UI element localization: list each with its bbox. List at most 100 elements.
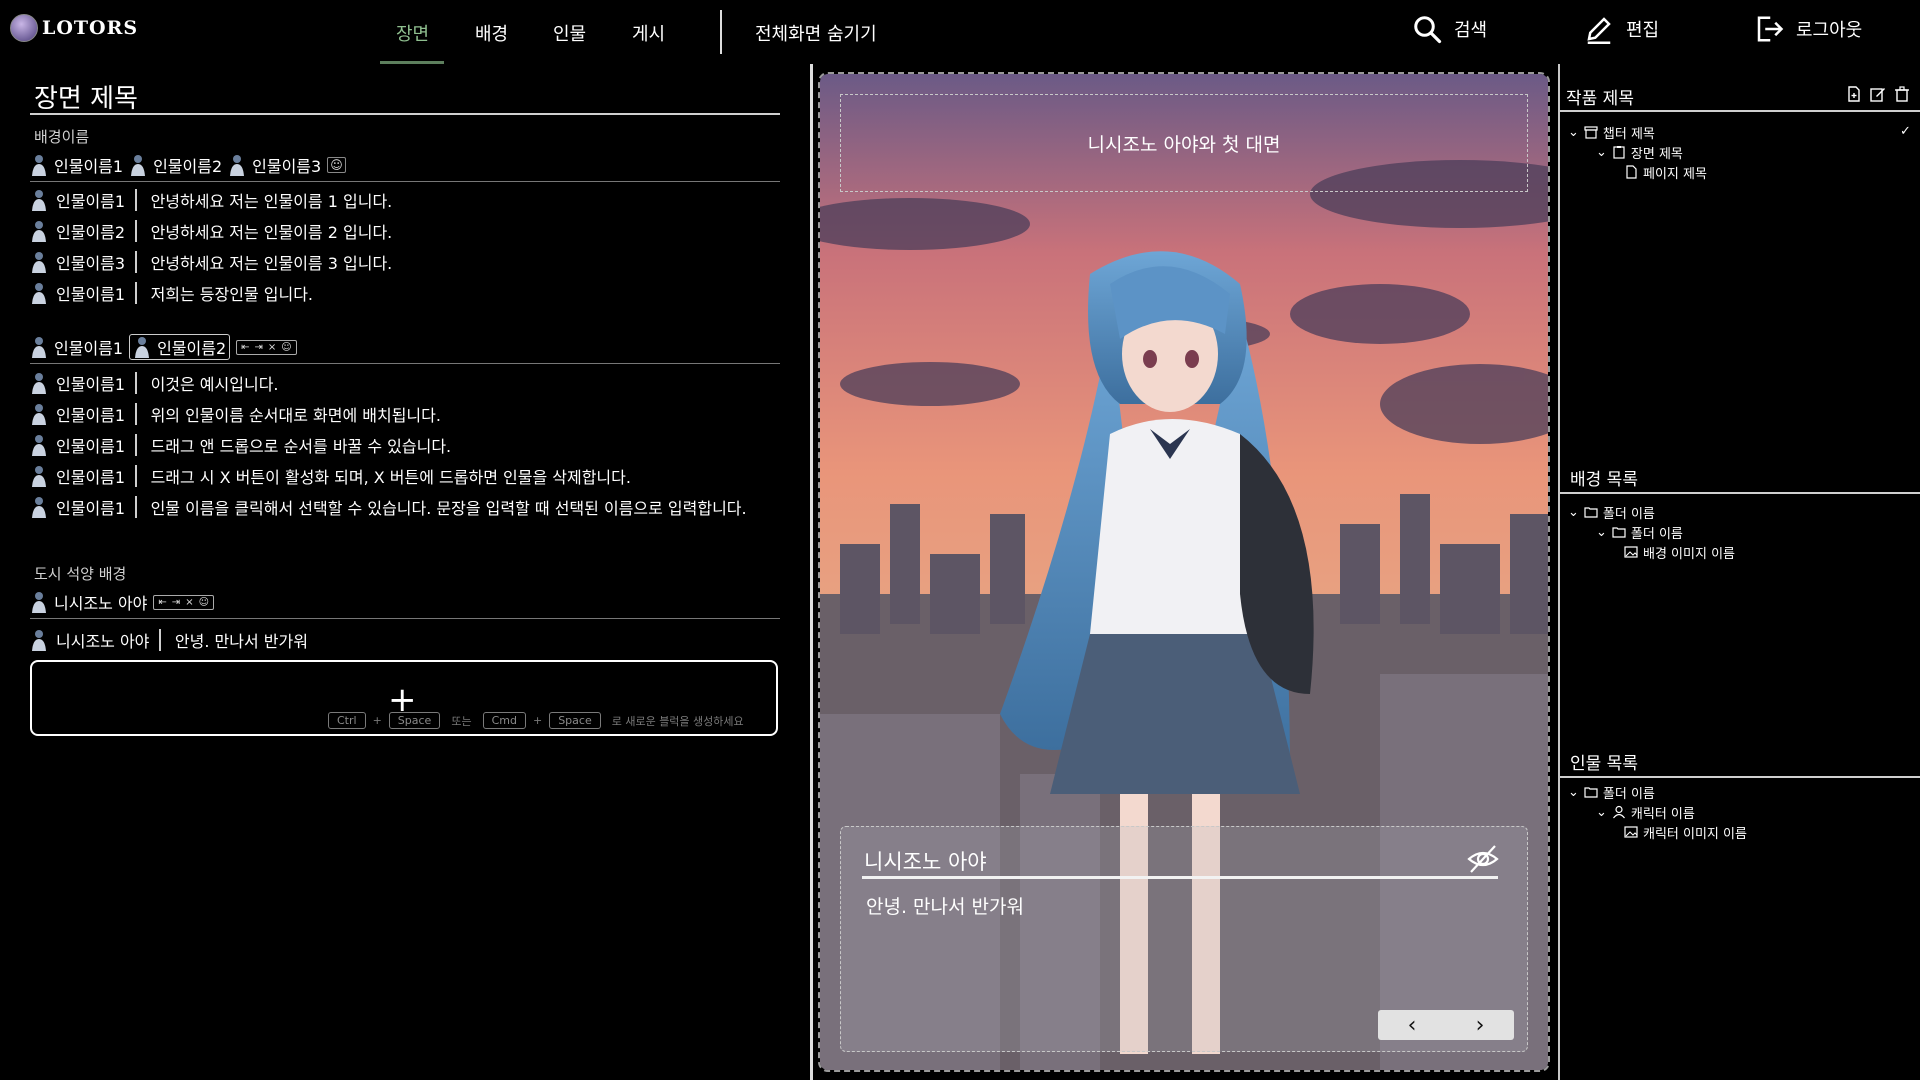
line-text[interactable]: 안녕하세요 저는 인물이름 2 입니다. xyxy=(151,219,393,243)
fullscreen-toggle[interactable]: 전체화면 숨기기 xyxy=(755,20,877,46)
logo-text: LOTORS xyxy=(42,17,139,39)
editor-preview-divider[interactable] xyxy=(810,64,813,1080)
line-separator xyxy=(159,629,161,651)
edit-icon[interactable] xyxy=(1870,86,1886,102)
trash-icon[interactable] xyxy=(1894,86,1910,102)
remove-icon[interactable]: × xyxy=(268,342,276,353)
line-speaker[interactable]: 인물이름1 xyxy=(56,495,125,519)
tree-folder[interactable]: ⌄ 폴더 이름 xyxy=(1568,502,1735,522)
character-avatar-icon xyxy=(135,337,150,358)
add-block-hint: Ctrl + Space 또는 Cmd + Space 로 새로운 블럭을 생성… xyxy=(328,712,744,729)
search-button[interactable]: 검색 xyxy=(1412,14,1487,44)
line-speaker[interactable]: 니시조노 아야 xyxy=(56,628,149,652)
character-avatar-icon xyxy=(32,630,46,651)
logout-button[interactable]: 로그아웃 xyxy=(1754,14,1862,44)
character-chip-name: 인물이름2 xyxy=(157,339,227,358)
remove-icon[interactable]: × xyxy=(185,597,193,608)
line-text[interactable]: 드래그 앤 드롭으로 순서를 바꿀 수 있습니다. xyxy=(151,433,452,457)
scene-title[interactable]: 장면 제목 xyxy=(34,78,138,115)
folder-icon xyxy=(1612,527,1626,538)
tree-character-image[interactable]: 캐릭터 이미지 이름 xyxy=(1568,822,1747,842)
move-right-icon[interactable]: ⇥ xyxy=(255,342,263,353)
page-navigator: ‹ › xyxy=(1378,1010,1514,1040)
tree-folder[interactable]: ⌄ 폴더 이름 xyxy=(1568,782,1747,802)
chevron-down-icon[interactable]: ⌄ xyxy=(1568,505,1579,520)
chevron-down-icon[interactable]: ⌄ xyxy=(1596,145,1607,160)
new-file-icon[interactable] xyxy=(1846,86,1862,102)
chevron-down-icon[interactable]: ⌄ xyxy=(1596,805,1607,820)
move-left-icon[interactable]: ⇤ xyxy=(158,597,166,608)
tree-scene[interactable]: ⌄ 장면 제목 xyxy=(1568,142,1707,162)
scene-tree-title: 장면 제목 xyxy=(1630,146,1683,162)
dialogue-line[interactable]: 니시조노 아야 안녕. 만나서 반가워 xyxy=(30,627,308,653)
add-character-icon[interactable]: ☺ xyxy=(327,157,346,173)
add-character-icon[interactable]: ☺ xyxy=(199,597,209,608)
line-speaker[interactable]: 인물이름1 xyxy=(56,371,125,395)
app-logo[interactable]: LOTORS xyxy=(10,14,138,42)
character-chip[interactable]: 인물이름1 xyxy=(30,153,123,177)
line-text[interactable]: 인물 이름을 클릭해서 선택할 수 있습니다. 문장을 입력할 때 선택된 이름… xyxy=(151,495,747,519)
check-circle-icon[interactable]: ✓ xyxy=(1900,124,1911,139)
dialogue-line[interactable]: 인물이름1 이것은 예시입니다. xyxy=(30,370,747,396)
dialogue-line[interactable]: 인물이름3 안녕하세요 저는 인물이름 3 입니다. xyxy=(30,249,392,275)
line-text[interactable]: 이것은 예시입니다. xyxy=(151,371,279,395)
chevron-down-icon[interactable]: ⌄ xyxy=(1568,785,1579,800)
line-speaker[interactable]: 인물이름1 xyxy=(56,464,125,488)
character-chip-selected[interactable]: 인물이름2 xyxy=(129,334,231,360)
tab-background[interactable]: 배경 xyxy=(475,20,508,46)
dialogue-line[interactable]: 인물이름1 드래그 시 X 버튼이 활성화 되며, X 버튼에 드롭하면 인물을 … xyxy=(30,463,747,489)
dialogue-line[interactable]: 인물이름1 위의 인물이름 순서대로 화면에 배치됩니다. xyxy=(30,401,747,427)
line-text[interactable]: 드래그 시 X 버튼이 활성화 되며, X 버튼에 드롭하면 인물을 삭제합니다… xyxy=(151,464,631,488)
dialogue-line[interactable]: 인물이름2 안녕하세요 저는 인물이름 2 입니다. xyxy=(30,218,392,244)
line-speaker[interactable]: 인물이름1 xyxy=(56,402,125,426)
edit-button[interactable]: 편집 xyxy=(1584,14,1659,44)
block-background-label[interactable]: 도시 석양 배경 xyxy=(34,563,126,584)
line-speaker[interactable]: 인물이름1 xyxy=(56,188,125,212)
line-text[interactable]: 저희는 등장인물 입니다. xyxy=(151,281,313,305)
add-character-icon[interactable]: ☺ xyxy=(281,342,291,353)
line-speaker[interactable]: 인물이름3 xyxy=(56,250,125,274)
character-chip[interactable]: 인물이름2 xyxy=(129,153,222,177)
tab-publish[interactable]: 게시 xyxy=(632,20,665,46)
character-avatar-icon xyxy=(32,221,46,242)
chevron-down-icon[interactable]: ⌄ xyxy=(1596,525,1607,540)
character-avatar-icon xyxy=(32,373,46,394)
chevron-right-icon[interactable]: › xyxy=(1446,1010,1514,1040)
tree-chapter[interactable]: ⌄ 챕터 제목 xyxy=(1568,122,1707,142)
line-text[interactable]: 위의 인물이름 순서대로 화면에 배치됩니다. xyxy=(151,402,441,426)
tree-page[interactable]: 페이지 제목 xyxy=(1568,162,1707,182)
line-speaker[interactable]: 인물이름1 xyxy=(56,433,125,457)
tab-character[interactable]: 인물 xyxy=(553,20,586,46)
chevron-down-icon[interactable]: ⌄ xyxy=(1568,125,1579,140)
block-background-label[interactable]: 배경이름 xyxy=(34,126,89,147)
chevron-left-icon[interactable]: ‹ xyxy=(1378,1010,1446,1040)
line-speaker[interactable]: 인물이름2 xyxy=(56,219,125,243)
work-divider xyxy=(1560,110,1920,112)
block-divider xyxy=(30,618,780,619)
work-title[interactable]: 작품 제목 xyxy=(1566,84,1634,109)
line-speaker[interactable]: 인물이름1 xyxy=(56,281,125,305)
chip-tools: ⇤ ⇥ × ☺ xyxy=(236,339,297,355)
dialogue-line[interactable]: 인물이름1 인물 이름을 클릭해서 선택할 수 있습니다. 문장을 입력할 때 선… xyxy=(30,494,747,520)
tab-scene[interactable]: 장면 xyxy=(396,20,429,46)
dialogue-line[interactable]: 인물이름1 드래그 앤 드롭으로 순서를 바꿀 수 있습니다. xyxy=(30,432,747,458)
line-text[interactable]: 안녕하세요 저는 인물이름 3 입니다. xyxy=(151,250,393,274)
move-right-icon[interactable]: ⇥ xyxy=(172,597,180,608)
dialogue-line[interactable]: 인물이름1 저희는 등장인물 입니다. xyxy=(30,280,392,306)
background-item-name: 배경 이미지 이름 xyxy=(1643,546,1735,562)
tree-background-item[interactable]: 배경 이미지 이름 xyxy=(1568,542,1735,562)
character-chip[interactable]: 인물이름3 xyxy=(228,153,321,177)
block-character-list: 니시조노 아야 ⇤ ⇥ × ☺ xyxy=(30,590,215,614)
line-text[interactable]: 안녕하세요 저는 인물이름 1 입니다. xyxy=(151,188,393,212)
work-actions xyxy=(1846,86,1910,102)
tree-character[interactable]: ⌄ 캐릭터 이름 xyxy=(1568,802,1747,822)
tree-subfolder[interactable]: ⌄ 폴더 이름 xyxy=(1568,522,1735,542)
hide-dialog-button[interactable] xyxy=(1466,842,1500,876)
line-text[interactable]: 안녕. 만나서 반가워 xyxy=(175,628,308,652)
folder-icon xyxy=(1584,507,1598,518)
block-lines: 인물이름1 안녕하세요 저는 인물이름 1 입니다. 인물이름2 안녕하세요 저는 … xyxy=(30,187,392,306)
character-chip[interactable]: 니시조노 아야 xyxy=(30,590,147,614)
dialogue-line[interactable]: 인물이름1 안녕하세요 저는 인물이름 1 입니다. xyxy=(30,187,392,213)
character-chip[interactable]: 인물이름1 xyxy=(30,335,123,359)
move-left-icon[interactable]: ⇤ xyxy=(241,342,249,353)
